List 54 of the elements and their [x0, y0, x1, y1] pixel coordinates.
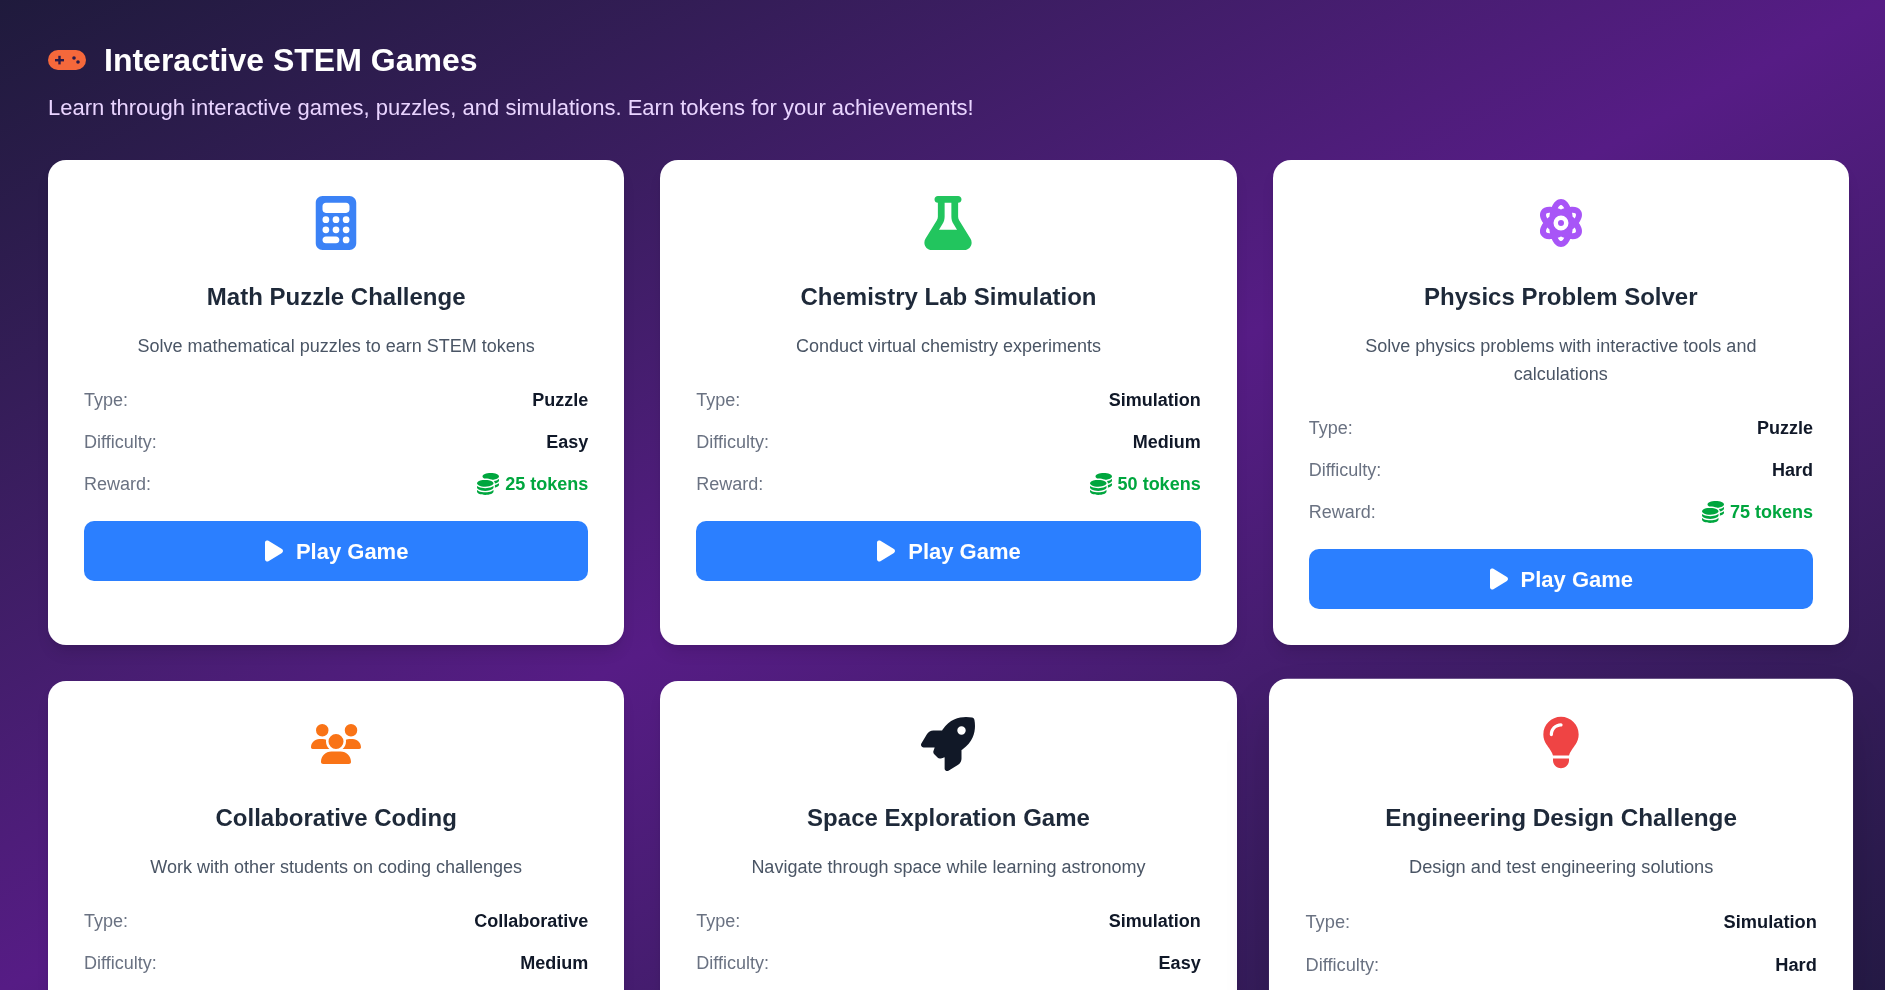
- detail-value: Puzzle: [532, 389, 589, 412]
- detail-value: Simulation: [1108, 910, 1201, 933]
- detail-label: Difficulty:: [696, 952, 769, 975]
- game-title: Space Exploration Game: [807, 803, 1090, 833]
- play-icon: [1488, 567, 1509, 591]
- coins-icon: [1701, 501, 1724, 523]
- reward-value: 25 tokens: [505, 473, 589, 496]
- detail-value: Collaborative: [474, 910, 589, 933]
- play-icon: [263, 539, 284, 563]
- coins-icon: [1089, 473, 1112, 495]
- detail-value: Hard: [1774, 953, 1817, 977]
- game-title: Math Puzzle Challenge: [206, 282, 466, 312]
- detail-label: Type:: [696, 389, 741, 412]
- game-description: Solve mathematical puzzles to earn STEM tokens: [136, 335, 536, 358]
- detail-value: Easy: [546, 431, 589, 454]
- detail-value: Puzzle: [1756, 417, 1813, 440]
- play-game-button[interactable]: Play Game: [84, 521, 589, 581]
- play-game-button[interactable]: Play Game: [696, 521, 1201, 581]
- detail-label: Reward:: [1308, 501, 1376, 524]
- game-title: Collaborative Coding: [215, 803, 457, 833]
- page-title: Interactive STEM Games: [104, 41, 478, 80]
- detail-value: Simulation: [1108, 389, 1201, 412]
- detail-value: Easy: [1158, 952, 1201, 975]
- detail-label: Type:: [84, 389, 129, 412]
- detail-label: Difficulty:: [84, 952, 157, 975]
- detail-label: Reward:: [696, 473, 764, 496]
- game-description: Conduct virtual chemistry experiments: [794, 335, 1103, 358]
- play-game-button[interactable]: Play Game: [1308, 549, 1813, 609]
- detail-value: Medium: [520, 952, 589, 975]
- gamepad-icon: [48, 50, 86, 70]
- game-title: Chemistry Lab Simulation: [800, 282, 1097, 312]
- detail-value: Simulation: [1723, 910, 1817, 935]
- detail-label: Difficulty:: [1305, 953, 1379, 977]
- game-description: Solve physics problems with interactive tools and calculations: [1364, 335, 1758, 386]
- detail-value: Medium: [1132, 431, 1201, 454]
- play-icon: [876, 539, 897, 563]
- detail-label: Difficulty:: [696, 431, 769, 454]
- reward-value: 75 tokens: [1729, 501, 1813, 524]
- detail-label: Type:: [696, 910, 741, 933]
- coins-icon: [477, 473, 500, 495]
- game-description: Design and test engineering solutions: [1407, 856, 1714, 880]
- game-title: Engineering Design Challenge: [1385, 802, 1737, 833]
- detail-label: Reward:: [84, 473, 152, 496]
- detail-label: Type:: [1308, 417, 1353, 440]
- game-description: Work with other students on coding challenges: [149, 856, 524, 879]
- detail-label: Type:: [84, 910, 129, 933]
- detail-label: Type:: [1305, 910, 1350, 935]
- game-description: Navigate through space while learning astronomy: [750, 856, 1147, 879]
- detail-value: Hard: [1771, 459, 1813, 482]
- page-subtitle: Learn through interactive games, puzzles, and simulations. Earn tokens for your achievements!: [48, 94, 975, 122]
- detail-label: Difficulty:: [84, 431, 157, 454]
- detail-label: Difficulty:: [1308, 459, 1382, 482]
- game-title: Physics Problem Solver: [1424, 282, 1698, 312]
- reward-value: 50 tokens: [1117, 473, 1201, 496]
